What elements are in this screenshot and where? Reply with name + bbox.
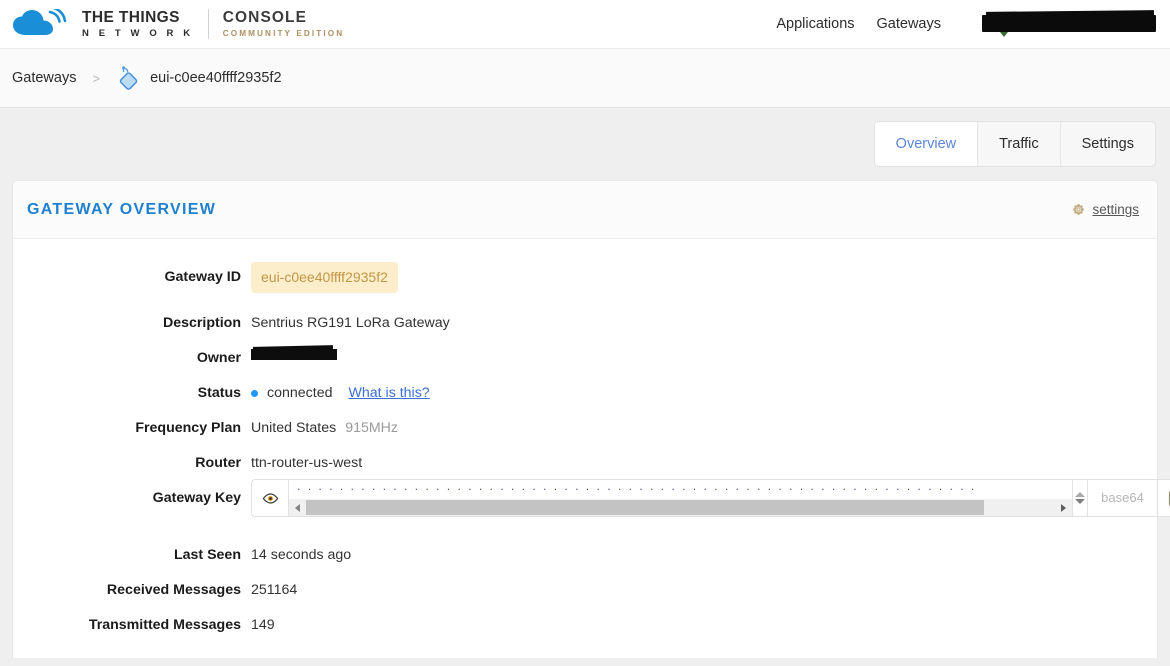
tab-settings[interactable]: Settings xyxy=(1060,122,1155,166)
redacted-owner xyxy=(251,349,337,360)
edition-label: COMMUNITY EDITION xyxy=(222,28,345,38)
tab-traffic[interactable]: Traffic xyxy=(978,122,1061,166)
label-received-messages: Received Messages xyxy=(106,582,241,598)
top-bar: THE THINGS N E T W O R K CONSOLE COMMUNI… xyxy=(0,0,1170,48)
value-owner xyxy=(251,348,337,360)
spinner-down-icon[interactable] xyxy=(1075,499,1085,504)
gateway-key-widget: ········································… xyxy=(251,479,1170,517)
scrollbar-track[interactable] xyxy=(306,499,1055,516)
value-frequency-plan: United States xyxy=(251,420,337,436)
scroll-left-icon[interactable] xyxy=(289,499,306,516)
scroll-right-icon[interactable] xyxy=(1055,499,1072,516)
scrollbar-thumb[interactable] xyxy=(306,500,984,515)
value-transmitted-messages: 149 xyxy=(251,617,275,633)
redacted-username xyxy=(982,15,1156,32)
card-header: GATEWAY OVERVIEW settings xyxy=(13,181,1157,239)
row-description: Description Sentrius RG191 LoRa Gateway xyxy=(13,313,1157,333)
label-frequency-plan: Frequency Plan xyxy=(135,420,241,436)
brand-logo[interactable]: THE THINGS N E T W O R K xyxy=(12,9,194,39)
value-status-wrap: connected What is this? xyxy=(251,383,430,403)
label-owner: Owner xyxy=(196,350,241,366)
row-owner: Owner xyxy=(13,348,1157,368)
brand-line-1: THE THINGS xyxy=(82,9,180,26)
row-status: Status connected What is this? xyxy=(13,383,1157,403)
card-body: Gateway ID eui-c0ee40ffff2935f2 Descript… xyxy=(13,239,1170,658)
top-navigation: Applications Gateways xyxy=(776,13,1156,37)
gateway-key-field[interactable]: ········································… xyxy=(289,479,1073,517)
tab-overview[interactable]: Overview xyxy=(874,122,979,166)
value-last-seen: 14 seconds ago xyxy=(251,547,352,563)
copy-gateway-key-button[interactable] xyxy=(1158,479,1170,517)
value-frequency-plan-wrap: United States 915MHz xyxy=(251,418,398,438)
gear-icon xyxy=(1073,204,1085,215)
toggle-key-visibility-button[interactable] xyxy=(251,479,289,517)
row-last-seen: Last Seen 14 seconds ago xyxy=(13,545,1157,565)
label-gateway-key: Gateway Key xyxy=(152,490,241,506)
console-label: CONSOLE xyxy=(222,9,308,27)
user-menu[interactable] xyxy=(982,13,1156,37)
row-gateway-key: Gateway Key ····························… xyxy=(13,479,1170,526)
label-last-seen: Last Seen xyxy=(173,547,241,563)
label-gateway-id: Gateway ID xyxy=(164,269,242,285)
status-help-link[interactable]: What is this? xyxy=(348,383,429,403)
status-dot-icon xyxy=(251,389,258,397)
eye-icon xyxy=(262,492,278,504)
value-gateway-id-wrap: eui-c0ee40ffff2935f2 xyxy=(251,262,398,298)
label-description: Description xyxy=(162,315,241,331)
tab-bar: Overview Traffic Settings xyxy=(0,108,1170,180)
breadcrumb: Gateways > eui-c0ee40ffff2935f2 xyxy=(0,48,1170,108)
tab-group: Overview Traffic Settings xyxy=(873,121,1156,167)
gateway-overview-card: GATEWAY OVERVIEW settings Gateway ID eui… xyxy=(12,180,1170,658)
label-transmitted-messages: Transmitted Messages xyxy=(88,617,241,633)
value-received-messages: 251164 xyxy=(251,582,298,598)
value-frequency-band: 915MHz xyxy=(345,420,399,436)
row-frequency-plan: Frequency Plan United States 915MHz xyxy=(13,418,1157,438)
gateway-key-masked-value: ········································… xyxy=(297,485,982,494)
breadcrumb-item-current: eui-c0ee40ffff2935f2 xyxy=(150,70,282,86)
ttn-cloud-icon xyxy=(13,9,67,35)
card-settings-link[interactable]: settings xyxy=(1092,202,1139,217)
row-received-messages: Received Messages 251164 xyxy=(13,580,1157,600)
breadcrumb-item-gateways[interactable]: Gateways xyxy=(12,70,76,86)
gateway-icon xyxy=(119,66,138,90)
label-status: Status xyxy=(197,385,241,401)
gateway-id-badge: eui-c0ee40ffff2935f2 xyxy=(251,262,398,293)
row-transmitted-messages: Transmitted Messages 149 xyxy=(13,615,1157,635)
value-router: ttn-router-us-west xyxy=(251,455,363,471)
nav-item-gateways[interactable]: Gateways xyxy=(877,16,941,32)
logo-divider xyxy=(207,9,209,39)
console-wordmark: CONSOLE COMMUNITY EDITION xyxy=(223,10,345,38)
row-router: Router ttn-router-us-west xyxy=(13,453,1157,473)
nav-item-applications[interactable]: Applications xyxy=(776,16,854,32)
gateway-key-format-label: base64 xyxy=(1088,479,1158,517)
value-gateway-key-wrap: ········································… xyxy=(251,479,1170,526)
gateway-key-spinner[interactable] xyxy=(1073,479,1088,517)
breadcrumb-separator: > xyxy=(92,70,101,86)
brand-line-2: N E T W O R K xyxy=(82,27,194,39)
label-router: Router xyxy=(195,455,241,471)
value-description: Sentrius RG191 LoRa Gateway xyxy=(251,315,450,331)
card-header-actions: settings xyxy=(1072,202,1139,217)
status-badge: connected xyxy=(267,385,333,401)
gateway-key-horizontal-scrollbar[interactable] xyxy=(289,499,1072,516)
page-title: GATEWAY OVERVIEW xyxy=(27,200,217,218)
row-gateway-id: Gateway ID eui-c0ee40ffff2935f2 xyxy=(13,262,1157,298)
spinner-up-icon[interactable] xyxy=(1075,492,1085,497)
